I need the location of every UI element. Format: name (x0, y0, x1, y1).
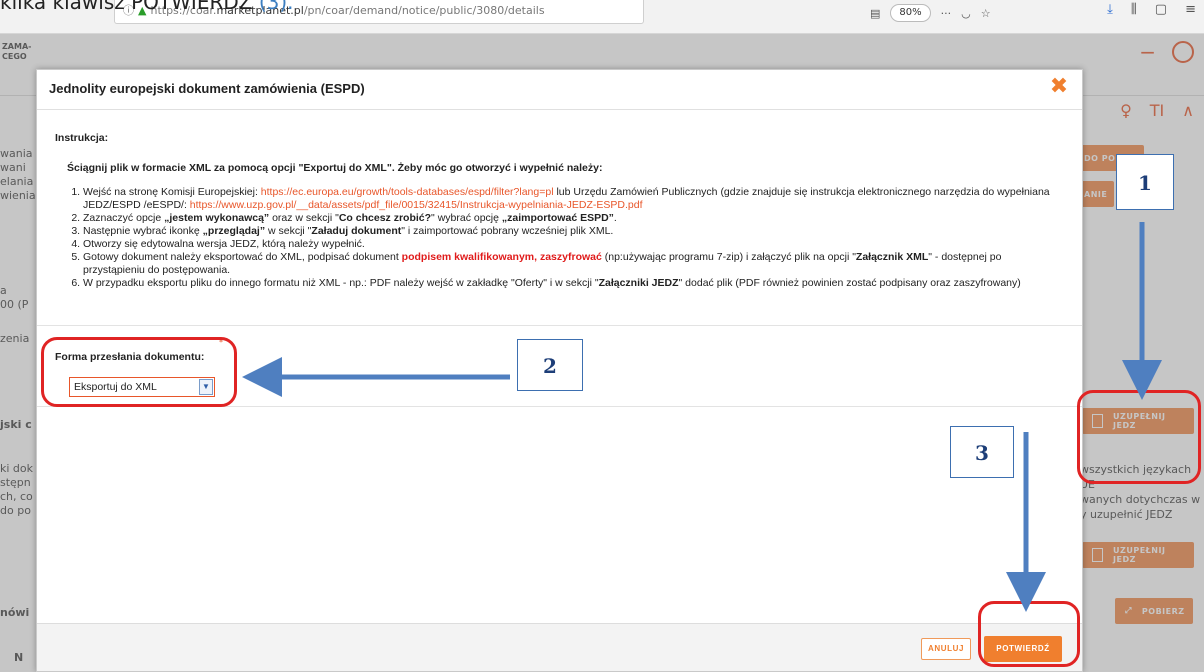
tutorial-caption: klika klawisz POTWIERDŹ (3). (0, 0, 294, 16)
step-text: . (613, 212, 617, 224)
page-actions-icon[interactable]: ··· (941, 7, 952, 20)
european-commission-link[interactable]: https://ec.europa.eu/growth/tools-databa… (261, 186, 554, 198)
caption-highlight: (3). (258, 0, 294, 14)
instruction-heading: Ściągnij plik w formacie XML za pomocą o… (67, 162, 603, 174)
step-text: Następnie wybrać ikonkę (83, 225, 203, 237)
step-text: " i zaimportować pobrany wcześniej plik … (401, 225, 614, 237)
step-emphasis: Załaduj dokument (311, 225, 402, 237)
step-text: " wybrać opcję (431, 212, 502, 224)
browser-page-actions: ▤ 80% ··· ◡ ☆ (870, 2, 991, 24)
instruction-steps: Wejść na stronę Komisji Europejskiej: ht… (55, 186, 1065, 290)
step-text: W przypadku eksportu pliku do innego for… (83, 277, 599, 289)
cancel-button[interactable]: ANULUJ (921, 638, 971, 660)
step-text: Gotowy dokument należy eksportować do XM… (83, 251, 402, 263)
sidebar-icon[interactable]: ▢ (1155, 2, 1167, 17)
bookmark-star-icon[interactable]: ☆ (981, 7, 991, 20)
step-text: (np:używając programu 7-zip) i załączyć … (601, 251, 856, 263)
browser-toolbar-icons: ⤓ ⫼ ▢ ≡ (1107, 2, 1196, 17)
pocket-icon[interactable]: ◡ (961, 7, 971, 20)
step-text: oraz w sekcji " (269, 212, 339, 224)
step-warning: podpisem kwalifikowanym (401, 251, 535, 263)
highlight-ring-uzupelnij (1077, 390, 1201, 484)
step-emphasis: Załącznik XML (855, 251, 929, 263)
dialog-header: Jednolity europejski dokument zamówienia… (37, 70, 1082, 110)
instruction-step: Następnie wybrać ikonkę „przeglądaj” w s… (83, 225, 1065, 238)
instruction-step: Wejść na stronę Komisji Europejskiej: ht… (83, 186, 1065, 212)
library-icon[interactable]: ⫼ (1131, 2, 1137, 17)
instruction-step: Zaznaczyć opcje „jestem wykonawcą” oraz … (83, 212, 1065, 225)
menu-icon[interactable]: ≡ (1185, 2, 1196, 17)
step-emphasis: Załączniki JEDZ (598, 277, 679, 289)
highlight-ring-select (41, 337, 237, 407)
instruction-step: W przypadku eksportu pliku do innego for… (83, 277, 1065, 290)
instruction-step: Otworzy się edytowalna wersja JEDZ, któr… (83, 238, 1065, 251)
step-text: w sekcji " (265, 225, 312, 237)
caption-text: klika klawisz POTWIERDŹ (0, 0, 259, 14)
step-emphasis: „przeglądaj” (202, 225, 266, 237)
dialog-title: Jednolity europejski dokument zamówienia… (49, 81, 365, 96)
zoom-level[interactable]: 80% (890, 4, 931, 22)
step-emphasis: Co chcesz zrobić? (338, 212, 432, 224)
download-icon[interactable]: ⤓ (1107, 2, 1113, 17)
step-text: Wejść na stronę Komisji Europejskiej: (83, 186, 261, 198)
uzp-instruction-link[interactable]: https://www.uzp.gov.pl/__data/assets/pdf… (190, 199, 643, 211)
highlight-ring-confirm (978, 601, 1080, 667)
step-number-2: 2 (517, 339, 583, 391)
step-text: Otworzy się edytowalna wersja JEDZ, któr… (83, 238, 365, 250)
url-path: /pn/coar/demand/notice/public/3080/detai… (303, 4, 545, 17)
instruction-label: Instrukcja: (55, 132, 109, 144)
close-icon[interactable]: ✖ (1048, 76, 1070, 98)
step-text: Zaznaczyć opcje (83, 212, 165, 224)
instruction-step: Gotowy dokument należy eksportować do XM… (83, 251, 1065, 277)
step-emphasis: „zaimportować ESPD” (501, 212, 614, 224)
step-emphasis: „jestem wykonawcą” (164, 212, 270, 224)
dialog-footer: ANULUJ POTWIERDŹ (37, 623, 1082, 671)
step-text: " dodać plik (PDF również powinien zosta… (678, 277, 1021, 289)
step-warning: zaszyfrować (539, 251, 602, 263)
reader-view-icon[interactable]: ▤ (870, 7, 880, 20)
section-divider (37, 325, 1082, 326)
step-number-3: 3 (950, 426, 1014, 478)
step-number-1: 1 (1116, 154, 1174, 210)
dialog-body: Instrukcja: Ściągnij plik w formacie XML… (55, 132, 1065, 290)
